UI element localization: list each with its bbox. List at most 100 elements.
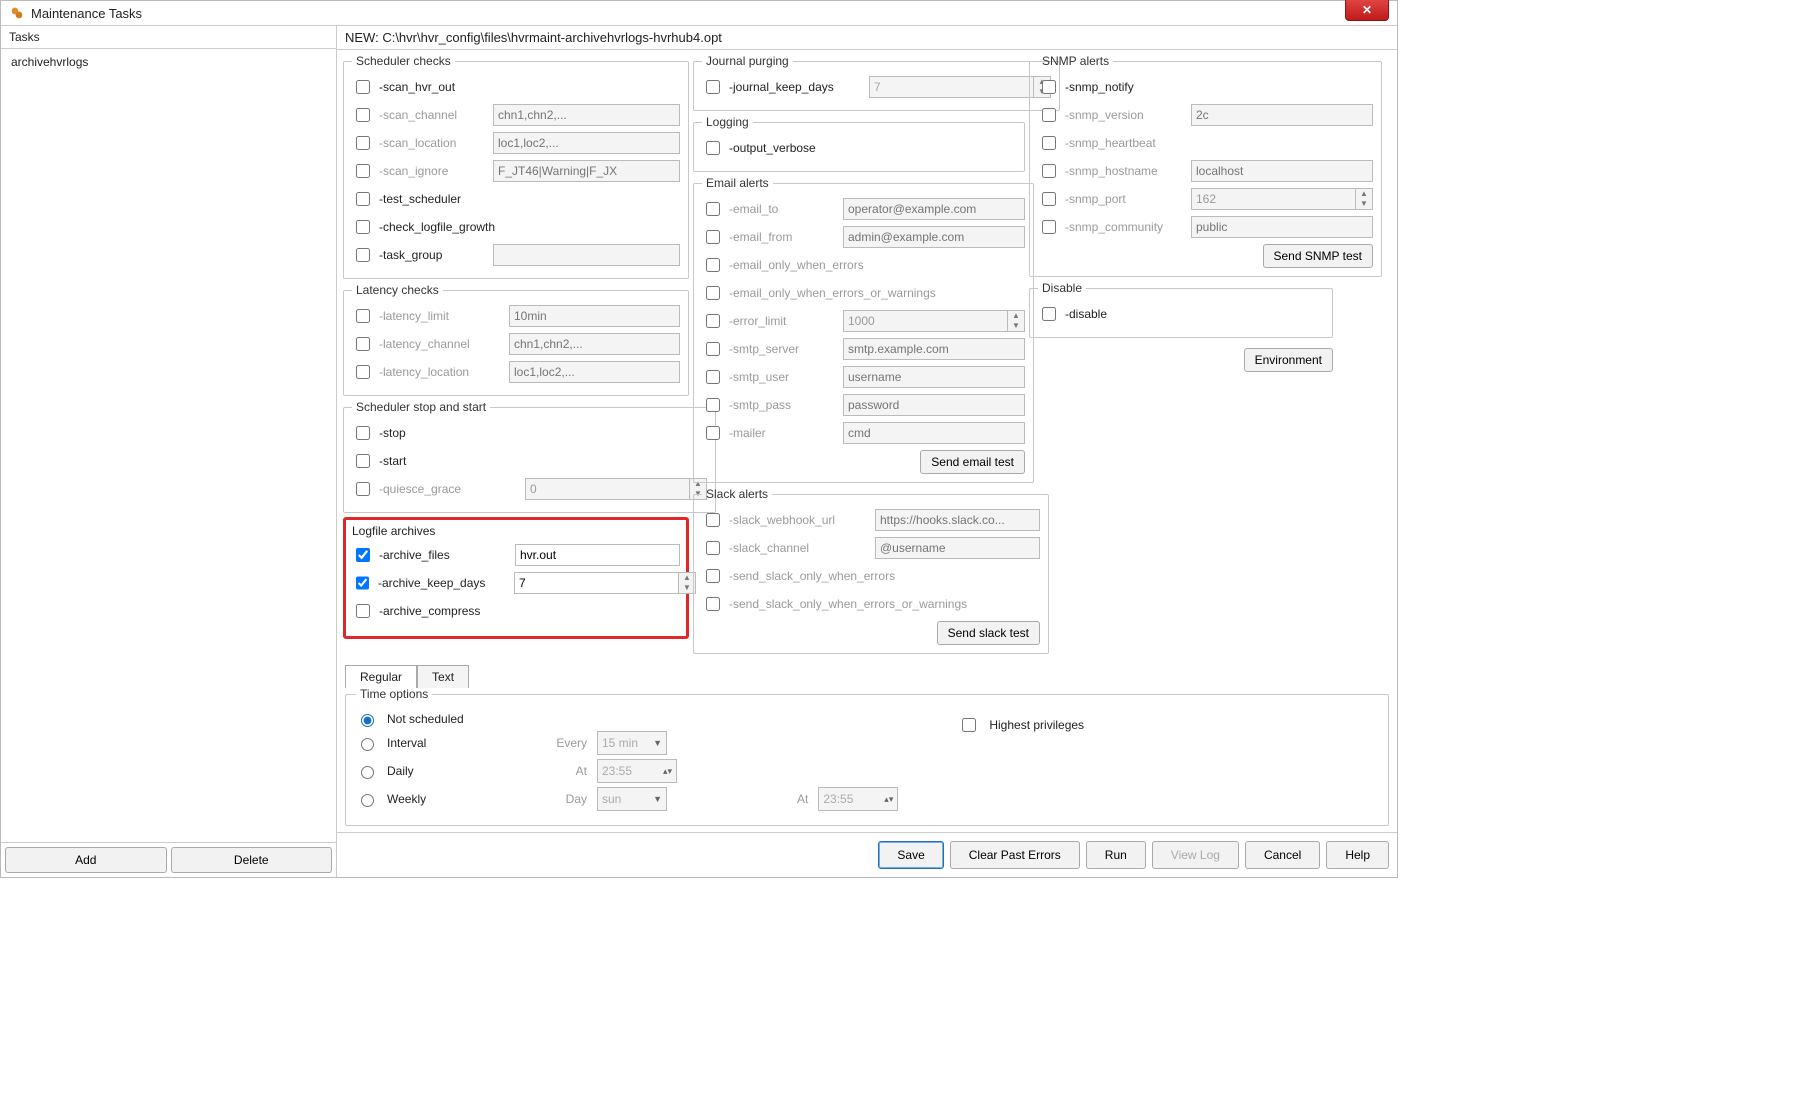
email-only-errors-checkbox[interactable] [706, 258, 720, 272]
not-scheduled-radio[interactable] [361, 714, 374, 727]
snmp-port-spinner[interactable]: ▲▼ [1355, 188, 1373, 210]
save-button[interactable]: Save [878, 841, 943, 869]
scan-channel-input[interactable] [493, 104, 680, 126]
view-log-button[interactable]: View Log [1152, 841, 1239, 869]
environment-button[interactable]: Environment [1244, 348, 1333, 372]
archive-files-checkbox[interactable] [356, 548, 370, 562]
clear-past-errors-button[interactable]: Clear Past Errors [950, 841, 1080, 869]
delete-task-button[interactable]: Delete [171, 847, 333, 873]
start-checkbox[interactable] [356, 454, 370, 468]
quiesce-grace-checkbox[interactable] [356, 482, 370, 496]
disable-checkbox[interactable] [1042, 307, 1056, 321]
task-group-checkbox[interactable] [356, 248, 370, 262]
interval-radio[interactable] [361, 738, 374, 751]
error-limit-input[interactable] [843, 310, 1007, 332]
scan-location-checkbox[interactable] [356, 136, 370, 150]
scan-ignore-checkbox[interactable] [356, 164, 370, 178]
email-from-input[interactable] [843, 226, 1025, 248]
output-verbose-checkbox[interactable] [706, 141, 720, 155]
smtp-server-input[interactable] [843, 338, 1025, 360]
spinner-icon: ▴▾ [884, 794, 893, 805]
archive-files-input[interactable] [515, 544, 680, 566]
journal-keep-days-checkbox[interactable] [706, 80, 720, 94]
stop-checkbox[interactable] [356, 426, 370, 440]
weekly-at-input[interactable]: 23:55▴▾ [818, 787, 898, 811]
snmp-community-checkbox[interactable] [1042, 220, 1056, 234]
snmp-version-checkbox[interactable] [1042, 108, 1056, 122]
slack-only-errors-warn-checkbox[interactable] [706, 597, 720, 611]
test-scheduler-checkbox[interactable] [356, 192, 370, 206]
error-limit-checkbox[interactable] [706, 314, 720, 328]
latency-location-checkbox[interactable] [356, 365, 370, 379]
day-select[interactable]: sun▼ [597, 787, 667, 811]
scan-ignore-label: -scan_ignore [379, 164, 487, 178]
snmp-community-input[interactable] [1191, 216, 1373, 238]
archive-keep-days-input[interactable] [514, 572, 678, 594]
archive-compress-checkbox[interactable] [356, 604, 370, 618]
snmp-version-input[interactable] [1191, 104, 1373, 126]
latency-channel-checkbox[interactable] [356, 337, 370, 351]
close-button[interactable]: ✕ [1345, 0, 1389, 21]
snmp-alerts-group: SNMP alerts -snmp_notify -snmp_version -… [1029, 54, 1382, 277]
email-from-checkbox[interactable] [706, 230, 720, 244]
email-to-input[interactable] [843, 198, 1025, 220]
every-select[interactable]: 15 min▼ [597, 731, 667, 755]
archive-keep-days-checkbox[interactable] [356, 576, 369, 590]
add-task-button[interactable]: Add [5, 847, 167, 873]
slack-webhook-checkbox[interactable] [706, 513, 720, 527]
daily-radio[interactable] [361, 766, 374, 779]
tab-regular[interactable]: Regular [345, 665, 417, 688]
send-slack-test-button[interactable]: Send slack test [937, 621, 1040, 645]
snmp-port-checkbox[interactable] [1042, 192, 1056, 206]
task-item[interactable]: archivehvrlogs [1, 49, 336, 75]
smtp-user-checkbox[interactable] [706, 370, 720, 384]
weekly-radio[interactable] [361, 794, 374, 807]
highest-privileges-checkbox[interactable] [962, 718, 976, 732]
check-logfile-growth-checkbox[interactable] [356, 220, 370, 234]
day-label: Day [467, 792, 587, 806]
scan-channel-checkbox[interactable] [356, 108, 370, 122]
send-snmp-test-button[interactable]: Send SNMP test [1263, 244, 1374, 268]
quiesce-grace-label: -quiesce_grace [379, 482, 519, 496]
send-email-test-button[interactable]: Send email test [920, 450, 1025, 474]
task-list[interactable]: archivehvrlogs [1, 49, 336, 842]
daily-at-input[interactable]: 23:55▴▾ [597, 759, 677, 783]
scan-location-input[interactable] [493, 132, 680, 154]
slack-alerts-group: Slack alerts -slack_webhook_url -slack_c… [693, 487, 1049, 654]
error-limit-spinner[interactable]: ▲▼ [1007, 310, 1025, 332]
journal-keep-days-input[interactable] [869, 76, 1033, 98]
run-button[interactable]: Run [1086, 841, 1146, 869]
latency-channel-input[interactable] [509, 333, 680, 355]
not-scheduled-label: Not scheduled [387, 712, 464, 726]
cancel-button[interactable]: Cancel [1245, 841, 1320, 869]
slack-webhook-input[interactable] [875, 509, 1040, 531]
smtp-server-checkbox[interactable] [706, 342, 720, 356]
snmp-port-input[interactable] [1191, 188, 1355, 210]
mailer-input[interactable] [843, 422, 1025, 444]
latency-limit-checkbox[interactable] [356, 309, 370, 323]
email-to-checkbox[interactable] [706, 202, 720, 216]
snmp-heartbeat-checkbox[interactable] [1042, 136, 1056, 150]
smtp-pass-input[interactable] [843, 394, 1025, 416]
latency-limit-label: -latency_limit [379, 309, 503, 323]
email-only-errors-warn-checkbox[interactable] [706, 286, 720, 300]
quiesce-grace-input[interactable] [525, 478, 689, 500]
latency-location-input[interactable] [509, 361, 680, 383]
slack-only-errors-checkbox[interactable] [706, 569, 720, 583]
snmp-hostname-checkbox[interactable] [1042, 164, 1056, 178]
tab-text[interactable]: Text [417, 665, 469, 688]
slack-channel-input[interactable] [875, 537, 1040, 559]
snmp-hostname-input[interactable] [1191, 160, 1373, 182]
latency-limit-input[interactable] [509, 305, 680, 327]
slack-alerts-legend: Slack alerts [702, 487, 772, 501]
task-group-input[interactable] [493, 244, 680, 266]
scan-ignore-input[interactable] [493, 160, 680, 182]
smtp-pass-checkbox[interactable] [706, 398, 720, 412]
mailer-checkbox[interactable] [706, 426, 720, 440]
snmp-alerts-legend: SNMP alerts [1038, 54, 1113, 68]
slack-channel-checkbox[interactable] [706, 541, 720, 555]
scan-hvr-out-checkbox[interactable] [356, 80, 370, 94]
smtp-user-input[interactable] [843, 366, 1025, 388]
help-button[interactable]: Help [1326, 841, 1389, 869]
snmp-notify-checkbox[interactable] [1042, 80, 1056, 94]
